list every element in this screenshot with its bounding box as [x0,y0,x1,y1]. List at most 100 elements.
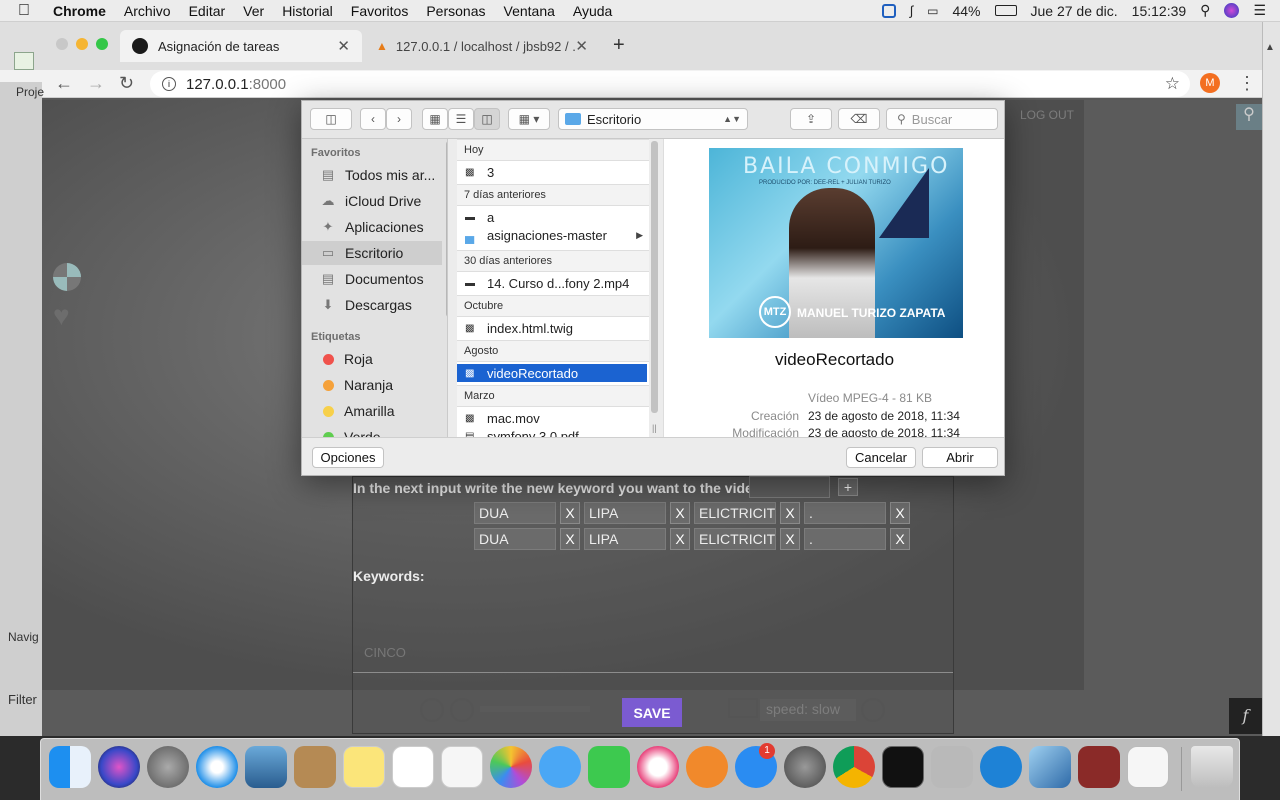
location-popup[interactable]: Escritorio ▲▼ [558,108,748,130]
file-item[interactable]: ▩ index.html.twig [457,319,647,337]
sidebar-item-todos[interactable]: ▤ Todos mis ar... [302,163,442,187]
zoom-window-icon[interactable] [96,38,108,50]
chrome-menu-icon[interactable]: ⋮ [1238,73,1256,94]
safari-icon[interactable] [196,746,238,788]
search-field[interactable]: ⚲ Buscar [886,108,998,130]
folder-item[interactable]: ▄ asignaciones-master ▶ [457,226,647,244]
right-scroll-icon[interactable]: ▲ [1265,42,1275,53]
itunes-icon[interactable] [637,746,679,788]
sidebar-item-aplicaciones[interactable]: ✦ Aplicaciones [302,215,442,239]
system-preferences-icon[interactable] [784,746,826,788]
file-item[interactable]: ▩ mac.mov [457,409,647,427]
column-view-icon[interactable]: ◫ [474,108,500,130]
teamviewer-status-icon[interactable] [881,3,896,18]
remove-keyword-button[interactable]: X [670,502,690,524]
spotlight-search-icon[interactable]: ⚲ [1200,2,1210,19]
virtualbox-icon[interactable] [1029,746,1071,788]
remove-keyword-button[interactable]: X [670,528,690,550]
file-item[interactable]: ▬ 14. Curso d...fony 2.mp4 [457,274,647,292]
menu-app-name[interactable]: Chrome [44,3,115,19]
tag-icon[interactable]: ⌫ [838,108,880,130]
terminal-icon[interactable] [882,746,924,788]
preview-icon[interactable] [245,746,287,788]
sidebar-toggle-icon[interactable]: ◫ [310,108,352,130]
heart-icon[interactable]: ♥ [53,300,70,332]
new-keyword-input[interactable] [749,476,830,498]
ibooks-icon[interactable] [686,746,728,788]
menu-personas[interactable]: Personas [417,3,494,19]
save-button[interactable]: SAVE [622,698,682,727]
photos-icon[interactable] [490,746,532,788]
apple-menu-icon[interactable]:  [0,2,44,20]
trash-icon[interactable] [1191,746,1233,788]
finder-icon[interactable] [49,746,91,788]
bluetooth-icon[interactable]: ∫ [910,3,914,18]
share-icon[interactable]: ⇪ [790,108,832,130]
remove-keyword-button[interactable]: X [560,528,580,550]
dictionary-icon[interactable] [1078,746,1120,788]
reload-icon[interactable]: ↻ [119,73,134,94]
siri-icon[interactable] [98,746,140,788]
file-item[interactable]: ▤ symfony 3.0.pdf [457,427,647,438]
tab-phpmyadmin[interactable]: ▲ 127.0.0.1 / localhost / jbsb92 / ... ✕ [364,30,600,62]
profile-avatar[interactable]: M [1200,73,1220,93]
menu-ver[interactable]: Ver [234,3,273,19]
progress-bar[interactable] [480,706,590,712]
menu-ventana[interactable]: Ventana [495,3,564,19]
battery-icon[interactable] [994,5,1017,16]
column-resize-handle[interactable]: || [652,423,657,433]
close-tab-icon[interactable]: ✕ [337,37,350,55]
open-button[interactable]: Abrir [922,447,998,468]
minimize-window-icon[interactable] [76,38,88,50]
back-nav-icon[interactable]: ‹ [360,108,386,130]
file-item[interactable]: ▩ 3 [457,163,647,181]
next-control-icon[interactable] [861,698,885,722]
keyword-input[interactable]: ELICTRICIT [694,528,776,550]
calendar-icon[interactable] [441,746,483,788]
speed-select[interactable]: speed: slow [760,699,856,721]
menu-favoritos[interactable]: Favoritos [342,3,418,19]
search-icon[interactable]: ⚲ [1236,104,1262,130]
keyword-input[interactable]: LIPA [584,502,666,524]
textedit-icon[interactable] [1127,746,1169,788]
launchpad-icon[interactable] [147,746,189,788]
gallery-view-icon[interactable]: ▦ ▾ [508,108,550,130]
sidebar-item-icloud[interactable]: ☁ iCloud Drive [302,189,442,213]
chrome-icon[interactable] [833,746,875,788]
file-column-scrollbar[interactable] [651,141,658,413]
new-tab-button[interactable]: + [613,34,625,57]
menubar-time[interactable]: 15:12:39 [1132,3,1187,19]
close-tab-icon[interactable]: ✕ [575,37,588,55]
reminders-icon[interactable] [392,746,434,788]
remove-keyword-button[interactable]: X [780,528,800,550]
forward-nav-icon[interactable]: › [386,108,412,130]
logout-link[interactable]: LOG OUT [1020,108,1074,122]
keyword-input[interactable]: ELICTRICIT [694,502,776,524]
sidebar-scrollbar[interactable] [446,141,447,317]
icon-view-icon[interactable]: ▦ [422,108,448,130]
tag-naranja[interactable]: Naranja [302,373,442,397]
forward-arrow-icon[interactable]: → [87,73,105,94]
sidebar-item-escritorio[interactable]: ▭ Escritorio [302,241,442,265]
keyword-input[interactable]: DUA [474,502,556,524]
remove-keyword-button[interactable]: X [890,502,910,524]
symfony-toolbar-icon[interactable]: f [1229,698,1262,734]
remove-keyword-button[interactable]: X [780,502,800,524]
menu-editar[interactable]: Editar [180,3,235,19]
cancel-button[interactable]: Cancelar [846,447,916,468]
play-control-icon[interactable] [450,698,474,722]
bookmark-star-icon[interactable]: ☆ [1165,74,1180,94]
extension-icon[interactable] [14,52,34,70]
file-item-selected[interactable]: ▩ videoRecortado [457,364,647,382]
monitor-icon[interactable] [728,698,758,718]
close-window-icon[interactable] [56,38,68,50]
menu-historial[interactable]: Historial [273,3,342,19]
menubar-date[interactable]: Jue 27 de dic. [1031,3,1118,19]
tag-verde[interactable]: Verde [302,425,442,437]
back-arrow-icon[interactable]: ← [55,73,73,94]
prev-control-icon[interactable] [420,698,444,722]
menu-archivo[interactable]: Archivo [115,3,180,19]
file-item[interactable]: ▬ a [457,208,647,226]
siri-menu-icon[interactable] [1224,3,1240,18]
settings-icon[interactable] [931,746,973,788]
